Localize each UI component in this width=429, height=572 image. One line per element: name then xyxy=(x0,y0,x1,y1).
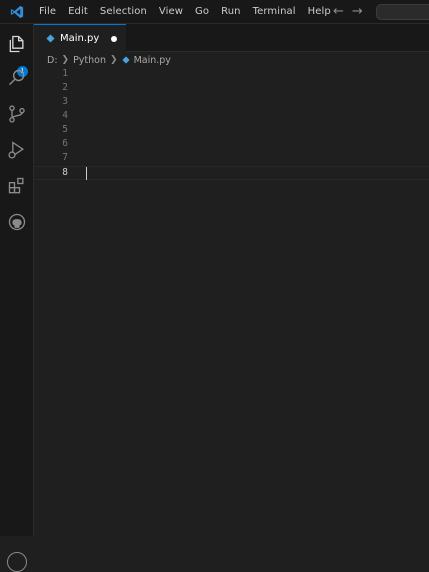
search-icon[interactable] xyxy=(7,68,27,88)
run-debug-icon[interactable] xyxy=(7,140,27,160)
menu-run[interactable]: Run xyxy=(215,0,246,24)
line-number: 2 xyxy=(62,82,68,93)
line-number: 5 xyxy=(62,124,68,135)
chevron-right-icon: ❯ xyxy=(61,55,70,65)
menu-go[interactable]: Go xyxy=(189,0,215,24)
editor-tab-bar: Main.py xyxy=(34,24,429,52)
menu-help[interactable]: Help xyxy=(302,0,337,24)
line-number: 1 xyxy=(62,68,68,79)
menu-terminal[interactable]: Terminal xyxy=(247,0,302,24)
back-arrow-icon[interactable]: ← xyxy=(333,0,344,24)
line-number-active: 8 xyxy=(62,167,68,178)
menu-selection[interactable]: Selection xyxy=(94,0,153,24)
current-line-highlight xyxy=(34,166,429,180)
chevron-right-icon: ❯ xyxy=(110,55,118,65)
title-bar: File Edit Selection View Go Run Terminal… xyxy=(0,0,429,24)
python-file-icon xyxy=(46,34,55,43)
command-center-search[interactable] xyxy=(376,4,429,20)
breadcrumb: D: ❯ Python ❯ Main.py xyxy=(34,52,171,68)
line-number: 3 xyxy=(62,96,68,107)
account-icon[interactable] xyxy=(7,552,27,572)
menu-view[interactable]: View xyxy=(153,0,189,24)
unsaved-dot-icon[interactable] xyxy=(111,36,117,42)
menu-edit[interactable]: Edit xyxy=(62,0,94,24)
github-icon[interactable] xyxy=(7,212,27,232)
source-control-icon[interactable] xyxy=(7,104,27,124)
line-number: 6 xyxy=(62,138,68,149)
text-cursor xyxy=(86,167,87,180)
breadcrumb-file[interactable]: Main.py xyxy=(134,55,171,66)
explorer-icon[interactable] xyxy=(7,34,27,54)
tab-main-py[interactable]: Main.py xyxy=(34,24,126,52)
breadcrumb-folder[interactable]: Python xyxy=(73,55,106,66)
navigation-arrows: ← → xyxy=(333,0,363,24)
activity-bar: 1 xyxy=(0,24,34,572)
menu-bar: File Edit Selection View Go Run Terminal… xyxy=(33,0,337,24)
menu-file[interactable]: File xyxy=(33,0,62,24)
code-editor[interactable]: 1 2 3 4 5 6 7 8 xyxy=(34,68,429,536)
extensions-icon[interactable] xyxy=(7,176,27,196)
breadcrumb-drive[interactable]: D: xyxy=(47,55,58,66)
vscode-logo-icon xyxy=(0,0,33,24)
line-number: 7 xyxy=(62,152,68,163)
python-file-icon xyxy=(121,56,130,64)
forward-arrow-icon[interactable]: → xyxy=(352,0,363,24)
line-number: 4 xyxy=(62,110,68,121)
tab-label: Main.py xyxy=(60,33,100,44)
